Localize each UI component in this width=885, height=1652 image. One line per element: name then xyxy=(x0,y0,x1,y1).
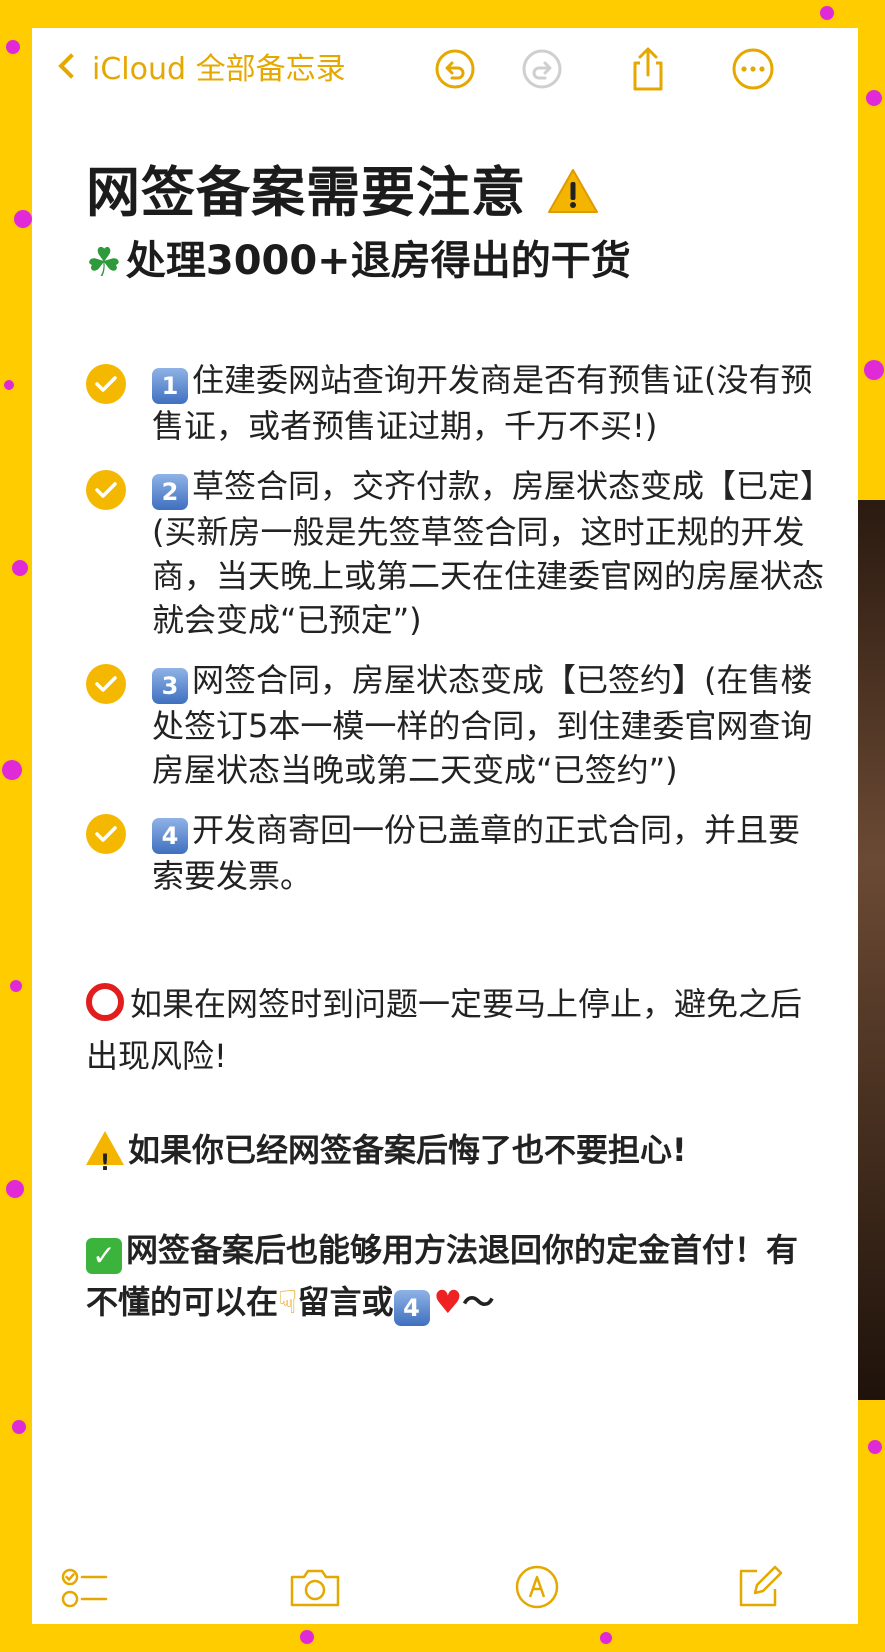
decor-dot xyxy=(600,1632,612,1644)
decor-dot xyxy=(6,40,20,54)
back-label: iCloud 全部备忘录 xyxy=(92,52,346,87)
undo-icon xyxy=(435,49,475,89)
note-subtitle: ☘ 处理3000+退房得出的干货 xyxy=(86,228,631,286)
checklist-item-text: 2 草签合同，交齐付款，房屋状态变成【已定】(买新房一般是先签草签合同，这时正规的… xyxy=(152,464,826,642)
checklist-icon xyxy=(61,1568,108,1608)
decor-dot xyxy=(12,1420,26,1434)
keycap-two-icon: 2 xyxy=(152,474,188,510)
more-button[interactable] xyxy=(730,46,776,92)
pointing-down-hand-icon: ☟ xyxy=(278,1283,298,1321)
green-check-icon: ✓ xyxy=(86,1238,122,1274)
checked-circle-icon[interactable] xyxy=(86,664,126,704)
bottom-toolbar xyxy=(32,1554,858,1624)
checklist-item-text: 4 开发商寄回一份已盖章的正式合同，并且要索要发票。 xyxy=(152,808,826,898)
keycap-four-icon: 4 xyxy=(152,818,188,854)
clover-icon: ☘ xyxy=(86,240,122,286)
undo-button[interactable] xyxy=(432,46,478,92)
checklist-item: 4 开发商寄回一份已盖章的正式合同，并且要索要发票。 xyxy=(86,808,826,898)
more-icon xyxy=(732,48,774,90)
back-button[interactable]: iCloud 全部备忘录 xyxy=(54,44,346,88)
chevron-left-icon xyxy=(58,53,84,79)
checklist-item: 2 草签合同，交齐付款，房屋状态变成【已定】(买新房一般是先签草签合同，这时正规的… xyxy=(86,464,826,642)
regret-paragraph-text: 如果你已经网签备案后悔了也不要担心! xyxy=(128,1131,687,1169)
checklist-item: 3 网签合同，房屋状态变成【已签约】(在售楼处签订5本一模一样的合同，到住建委官网… xyxy=(86,658,826,792)
warning-icon xyxy=(86,1131,124,1190)
decor-dot xyxy=(820,6,834,20)
decor-dot xyxy=(864,360,884,380)
red-heart-icon: ♥ xyxy=(433,1283,463,1321)
note-subtitle-text: 处理3000+退房得出的干货 xyxy=(125,238,631,284)
warning-icon xyxy=(547,169,598,213)
decor-dot xyxy=(868,1440,882,1454)
decor-dot xyxy=(866,90,882,106)
decor-dot xyxy=(12,560,28,576)
checked-circle-icon[interactable] xyxy=(86,364,126,404)
note-title-text: 网签备案需要注意 xyxy=(86,161,526,224)
keycap-three-icon: 3 xyxy=(152,668,188,704)
camera-icon xyxy=(290,1569,340,1607)
refund-paragraph-tail: ～ xyxy=(462,1283,495,1321)
keycap-one-icon: 1 xyxy=(152,368,188,404)
checklist-item-content: 住建委网站查询开发商是否有预售证(没有预售证，或者预售证过期，千万不买!) xyxy=(152,361,813,445)
checked-circle-icon[interactable] xyxy=(86,814,126,854)
checklist-item-content: 网签合同，房屋状态变成【已签约】(在售楼处签订5本一模一样的合同，到住建委官网查… xyxy=(152,661,813,789)
red-circle-icon xyxy=(86,983,124,1021)
share-icon xyxy=(633,47,663,91)
regret-paragraph: 如果你已经网签备案后悔了也不要担心! xyxy=(86,1124,826,1190)
decor-dot xyxy=(6,1180,24,1198)
checklist: 1 住建委网站查询开发商是否有预售证(没有预售证，或者预售证过期，千万不买!) 2… xyxy=(86,358,826,914)
refund-paragraph-text-2: 留言或 xyxy=(297,1283,394,1321)
decor-dot xyxy=(10,980,22,992)
decor-dot xyxy=(4,380,14,390)
refund-paragraph: ✓ 网签备案后也能够用方法退回你的定金首付！有不懂的可以在☟留言或 4 ♥～ xyxy=(86,1224,826,1328)
nav-bar: iCloud 全部备忘录 xyxy=(32,28,858,112)
warning-paragraph-text: 如果在网签时到问题一定要马上停止，避免之后出现风险! xyxy=(86,985,803,1075)
checklist-item-text: 1 住建委网站查询开发商是否有预售证(没有预售证，或者预售证过期，千万不买!) xyxy=(152,358,826,448)
camera-button[interactable] xyxy=(288,1560,342,1614)
checklist-item-content: 草签合同，交齐付款，房屋状态变成【已定】(买新房一般是先签草签合同，这时正规的开… xyxy=(152,467,825,639)
decor-dot xyxy=(300,1630,314,1644)
decor-dot xyxy=(2,760,22,780)
checked-circle-icon[interactable] xyxy=(86,470,126,510)
background-photo-strip xyxy=(855,500,885,1400)
markup-icon xyxy=(515,1565,559,1609)
checklist-button[interactable] xyxy=(58,1560,112,1614)
decor-dot xyxy=(14,210,32,228)
redo-button[interactable] xyxy=(519,46,565,92)
warning-paragraph: 如果在网签时到问题一定要马上停止，避免之后出现风险! xyxy=(86,978,826,1082)
note-card: iCloud 全部备忘录 网签备案需要注意 ☘ 处理3000+退房得出的干货 1… xyxy=(32,28,858,1624)
note-title: 网签备案需要注意 xyxy=(86,148,600,227)
checklist-item: 1 住建委网站查询开发商是否有预售证(没有预售证，或者预售证过期，千万不买!) xyxy=(86,358,826,448)
checklist-item-text: 3 网签合同，房屋状态变成【已签约】(在售楼处签订5本一模一样的合同，到住建委官网… xyxy=(152,658,826,792)
keycap-four-icon: 4 xyxy=(393,1290,430,1326)
share-button[interactable] xyxy=(625,46,671,92)
markup-button[interactable] xyxy=(510,1560,564,1614)
compose-button[interactable] xyxy=(732,1560,786,1614)
compose-icon xyxy=(739,1565,783,1607)
redo-icon xyxy=(522,49,562,89)
checklist-item-content: 开发商寄回一份已盖章的正式合同，并且要索要发票。 xyxy=(152,811,801,895)
